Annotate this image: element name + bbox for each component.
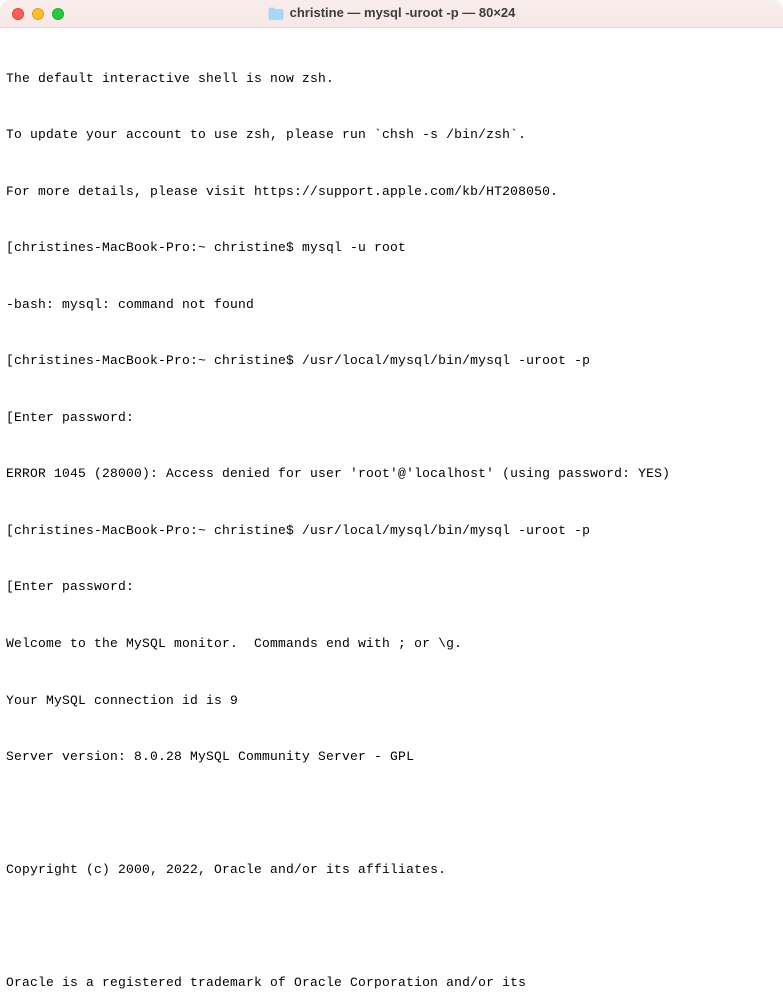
terminal-line [6, 805, 777, 824]
terminal-line: [christines-MacBook-Pro:~ christine$ /us… [6, 522, 777, 541]
minimize-window-button[interactable] [32, 8, 44, 20]
terminal-line: [christines-MacBook-Pro:~ christine$ /us… [6, 352, 777, 371]
traffic-lights [12, 8, 64, 20]
terminal-line: Welcome to the MySQL monitor. Commands e… [6, 635, 777, 654]
terminal-line: [Enter password: [6, 409, 777, 428]
terminal-line: ERROR 1045 (28000): Access denied for us… [6, 465, 777, 484]
terminal-line: The default interactive shell is now zsh… [6, 70, 777, 89]
terminal-line: [christines-MacBook-Pro:~ christine$ mys… [6, 239, 777, 258]
close-window-button[interactable] [12, 8, 24, 20]
terminal-line: -bash: mysql: command not found [6, 296, 777, 315]
terminal-line: Oracle is a registered trademark of Orac… [6, 974, 777, 993]
terminal-line: For more details, please visit https://s… [6, 183, 777, 202]
terminal-content[interactable]: The default interactive shell is now zsh… [0, 28, 783, 1000]
maximize-window-button[interactable] [52, 8, 64, 20]
terminal-line [6, 918, 777, 937]
terminal-line: [Enter password: [6, 578, 777, 597]
window-title-bar: christine — mysql -uroot -p — 80×24 [0, 0, 783, 28]
title-center: christine — mysql -uroot -p — 80×24 [0, 4, 783, 23]
terminal-line: To update your account to use zsh, pleas… [6, 126, 777, 145]
terminal-line: Server version: 8.0.28 MySQL Community S… [6, 748, 777, 767]
terminal-line: Your MySQL connection id is 9 [6, 692, 777, 711]
window-title: christine — mysql -uroot -p — 80×24 [290, 4, 516, 23]
folder-icon [268, 7, 284, 20]
terminal-line: Copyright (c) 2000, 2022, Oracle and/or … [6, 861, 777, 880]
